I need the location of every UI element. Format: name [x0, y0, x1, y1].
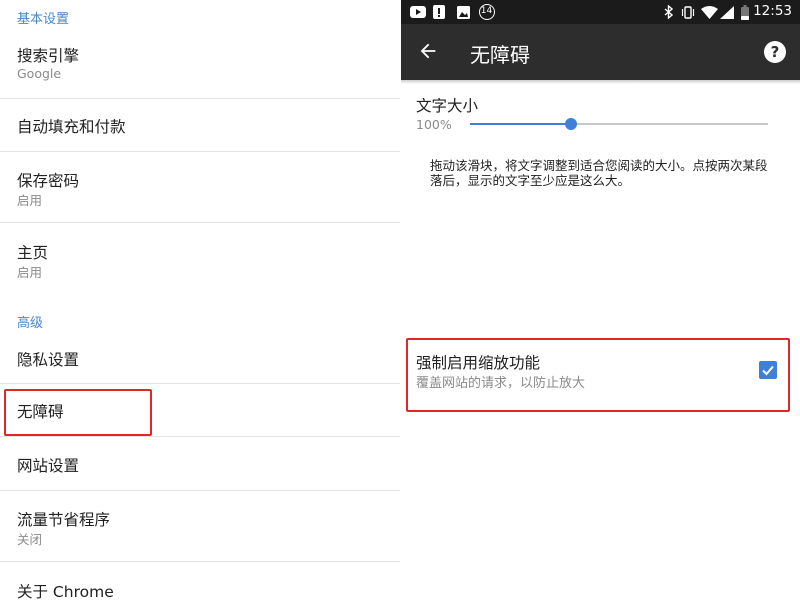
- settings-list-panel: 基本设置 搜索引擎 Google 自动填充和付款 保存密码 启用 主页 启用 高…: [0, 0, 400, 616]
- youtube-icon: [409, 4, 427, 20]
- item-title: 关于 Chrome: [17, 583, 114, 601]
- section-header-basic: 基本设置: [17, 12, 70, 27]
- item-title: 搜索引擎: [17, 47, 80, 65]
- app-toolbar: 无障碍 ?: [401, 24, 800, 80]
- item-title: 主页: [17, 244, 49, 262]
- item-title: 流量节省程序: [17, 511, 111, 529]
- item-title: 网站设置: [17, 457, 80, 475]
- status-bar: 14 12:53: [401, 0, 800, 24]
- text-scale-preview: 拖动该滑块，将文字调整到适合您阅读的大小。点按两次某段落后，显示的文字至少应是这…: [430, 158, 768, 188]
- settings-item-privacy[interactable]: 隐私设置: [0, 334, 400, 383]
- item-subtitle: Google: [17, 66, 62, 81]
- battery-icon: [740, 4, 750, 20]
- text-scale-percent: 100%: [416, 117, 452, 132]
- alert-icon: [432, 4, 446, 20]
- back-arrow-icon[interactable]: [417, 40, 441, 64]
- help-icon[interactable]: ?: [764, 41, 786, 63]
- item-title: 自动填充和付款: [17, 118, 126, 136]
- vibrate-icon: [680, 4, 696, 20]
- image-icon: [456, 4, 470, 20]
- signal-icon: [720, 4, 734, 20]
- text-scale-label: 文字大小: [416, 97, 479, 115]
- wifi-icon: [701, 4, 718, 20]
- item-title: 隐私设置: [17, 351, 80, 369]
- item-subtitle: 启用: [17, 265, 43, 280]
- highlight-box-force-zoom: [406, 338, 790, 412]
- item-subtitle: 关闭: [17, 532, 43, 547]
- status-time: 12:53: [753, 3, 792, 19]
- settings-item-site-settings[interactable]: 网站设置: [0, 437, 400, 490]
- settings-item-autofill[interactable]: 自动填充和付款: [0, 99, 400, 151]
- item-title: 保存密码: [17, 172, 80, 190]
- page-title: 无障碍: [470, 43, 530, 67]
- settings-item-about-chrome[interactable]: 关于 Chrome: [0, 562, 400, 616]
- item-subtitle: 启用: [17, 193, 43, 208]
- settings-item-data-saver[interactable]: 流量节省程序 关闭: [0, 491, 400, 561]
- slider-fill: [470, 123, 572, 125]
- section-header-advanced: 高级: [17, 316, 44, 331]
- text-scale-slider[interactable]: [470, 118, 768, 130]
- notification-count-badge: 14: [478, 4, 495, 20]
- highlight-box-accessibility: [4, 389, 152, 436]
- settings-item-passwords[interactable]: 保存密码 启用: [0, 152, 400, 222]
- bluetooth-icon: [662, 4, 674, 20]
- toolbar-shadow: [401, 80, 800, 84]
- settings-item-homepage[interactable]: 主页 启用: [0, 223, 400, 293]
- slider-thumb[interactable]: [565, 118, 578, 130]
- accessibility-panel: 14 12:53 无障碍 ? 文字大小 100% 拖动该滑块，将文字调整到适合您…: [401, 0, 800, 616]
- notification-count: 14: [478, 4, 495, 20]
- settings-item-search-engine[interactable]: 搜索引擎 Google: [0, 36, 400, 98]
